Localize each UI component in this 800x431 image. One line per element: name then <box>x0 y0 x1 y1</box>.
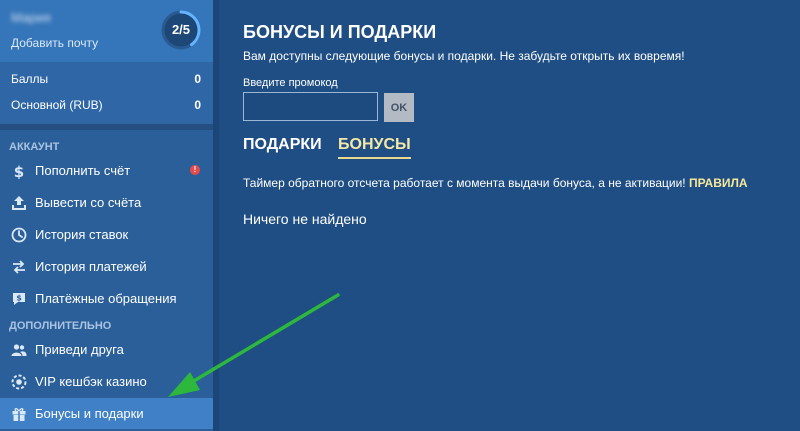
sidebar-divider <box>0 124 213 130</box>
balance-row-main: Основной (RUB) 0 <box>11 98 201 118</box>
sidebar-item-label: Приведи друга <box>35 342 124 357</box>
gift-icon <box>12 408 26 421</box>
balances-panel: Баллы 0 Основной (RUB) 0 <box>0 62 213 124</box>
progress-label: 2/5 <box>171 22 191 37</box>
sidebar-item-label: Бонусы и подарки <box>35 406 144 421</box>
add-email-link[interactable]: Добавить почту <box>11 36 98 50</box>
chat-dollar-icon: $ <box>13 293 25 305</box>
sidebar-item-label: Пополнить счёт <box>35 163 131 178</box>
sidebar-item-withdraw[interactable]: Вывести со счёта <box>0 187 213 218</box>
balance-value: 0 <box>194 72 201 86</box>
dollar-icon: $ <box>14 163 24 179</box>
sidebar-item-label: Платёжные обращения <box>35 291 177 306</box>
sidebar-item-payment-history[interactable]: История платежей <box>0 251 213 282</box>
section-title-additional: ДОПОЛНИТЕЛЬНО <box>9 320 112 332</box>
sidebar-item-label: Вывести со счёта <box>35 195 142 210</box>
sidebar-item-deposit[interactable]: $ Пополнить счёт ! <box>0 155 213 186</box>
profile-panel: Мария Добавить почту 2/5 <box>0 0 213 62</box>
sidebar-item-label: История платежей <box>35 259 147 274</box>
svg-text:$: $ <box>14 163 24 179</box>
sidebar-item-label: История ставок <box>35 227 129 242</box>
timer-note-text: Таймер обратного отсчета работает с моме… <box>243 176 686 190</box>
annotation-arrow-icon <box>168 293 340 397</box>
tab-bonuses[interactable]: БОНУСЫ <box>338 136 411 159</box>
empty-state-message: Ничего не найдено <box>243 211 367 227</box>
sidebar-item-label: VIP кешбэк казино <box>35 374 147 389</box>
balance-label: Основной (RUB) <box>11 98 103 112</box>
rules-link[interactable]: ПРАВИЛА <box>689 176 748 190</box>
timer-note: Таймер обратного отсчета работает с моме… <box>243 176 748 190</box>
tab-gifts[interactable]: ПОДАРКИ <box>243 136 322 154</box>
page-title: БОНУСЫ И ПОДАРКИ <box>243 22 437 42</box>
sidebar-item-bet-history[interactable]: История ставок <box>0 219 213 250</box>
section-title-account: АККАУНТ <box>9 141 60 153</box>
alert-icon: ! <box>190 165 200 175</box>
casino-chip-icon <box>11 374 27 390</box>
clock-icon <box>11 227 27 243</box>
profile-name: Мария <box>11 10 51 25</box>
svg-text:$: $ <box>16 294 22 303</box>
promo-ok-button[interactable]: OK <box>384 93 414 122</box>
users-icon <box>11 344 27 356</box>
balance-value: 0 <box>194 98 201 112</box>
page-subtitle: Вам доступны следующие бонусы и подарки.… <box>243 49 685 63</box>
balance-row-points: Баллы 0 <box>11 72 201 92</box>
promo-code-input[interactable] <box>243 92 378 121</box>
transfer-arrows-icon <box>13 260 25 274</box>
balance-label: Баллы <box>11 72 49 86</box>
promo-code-label: Введите промокод <box>243 77 338 89</box>
upload-icon <box>12 196 26 210</box>
